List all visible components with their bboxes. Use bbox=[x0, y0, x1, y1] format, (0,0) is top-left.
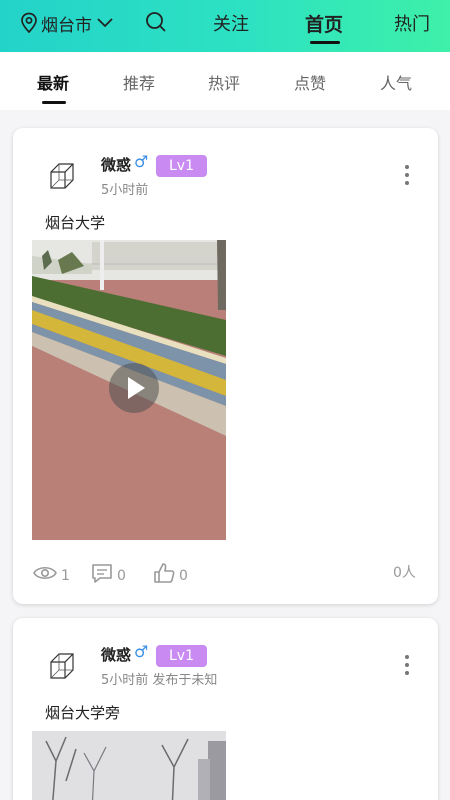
tab-hot[interactable]: 热门 bbox=[394, 10, 430, 36]
feed: 微惑 ♂ Lv1 5小时前 烟台大学 1 0 0 0人 微惑 ♂ Lv1 5小时… bbox=[0, 110, 450, 800]
male-icon: ♂ bbox=[134, 152, 149, 171]
view-count: 1 bbox=[33, 562, 70, 584]
post-time: 5小时前 发布于未知 bbox=[101, 673, 218, 688]
post-time: 5小时前 bbox=[101, 183, 149, 198]
post-card[interactable]: 微惑 ♂ Lv1 5小时前 烟台大学 1 0 0 0人 bbox=[13, 128, 438, 604]
people-count: 0人 bbox=[393, 565, 416, 581]
location-pin-icon bbox=[21, 12, 37, 34]
post-card[interactable]: 微惑 ♂ Lv1 5小时前 发布于未知 烟台大学旁 bbox=[13, 618, 438, 800]
comment-count-value: 0 bbox=[117, 568, 126, 584]
username[interactable]: 微惑 bbox=[101, 154, 131, 175]
avatar[interactable] bbox=[45, 160, 79, 194]
avatar[interactable] bbox=[45, 650, 79, 684]
subtab-hot-comments[interactable]: 热评 bbox=[208, 70, 240, 94]
subtab-popular[interactable]: 人气 bbox=[380, 70, 412, 94]
view-count-value: 1 bbox=[61, 568, 70, 584]
play-icon[interactable] bbox=[109, 363, 159, 413]
video-thumbnail[interactable] bbox=[32, 240, 226, 540]
post-title: 烟台大学 bbox=[45, 214, 106, 232]
sub-tabs: 最新 推荐 热评 点赞 人气 bbox=[0, 52, 450, 110]
post-image bbox=[32, 731, 226, 800]
tab-follow[interactable]: 关注 bbox=[213, 10, 249, 36]
like-count[interactable]: 0 bbox=[153, 562, 188, 584]
subtab-latest[interactable]: 最新 bbox=[37, 70, 69, 94]
like-count-value: 0 bbox=[179, 568, 188, 584]
chevron-down-icon bbox=[97, 18, 113, 28]
more-options-icon[interactable] bbox=[403, 655, 411, 677]
subtab-recommend[interactable]: 推荐 bbox=[123, 70, 155, 94]
more-options-icon[interactable] bbox=[403, 165, 411, 187]
city-label: 烟台市 bbox=[41, 15, 92, 36]
comment-icon bbox=[92, 564, 112, 583]
username[interactable]: 微惑 bbox=[101, 644, 131, 665]
city-selector[interactable]: 烟台市 bbox=[20, 11, 114, 36]
subtab-likes[interactable]: 点赞 bbox=[294, 70, 326, 94]
level-badge: Lv1 bbox=[156, 645, 207, 667]
subtab-indicator bbox=[42, 101, 66, 104]
comment-count[interactable]: 0 bbox=[91, 562, 126, 584]
level-badge: Lv1 bbox=[156, 155, 207, 177]
post-title: 烟台大学旁 bbox=[45, 704, 121, 722]
eye-icon bbox=[33, 566, 57, 580]
tab-home[interactable]: 首页 bbox=[305, 10, 343, 37]
image-thumbnail[interactable] bbox=[32, 731, 226, 800]
search-icon[interactable] bbox=[145, 11, 167, 33]
top-header: 烟台市 关注 首页 热门 bbox=[0, 0, 450, 52]
thumbs-up-icon bbox=[154, 563, 175, 583]
active-tab-indicator bbox=[310, 41, 340, 44]
post-stats: 1 0 0 bbox=[33, 562, 423, 586]
male-icon: ♂ bbox=[134, 642, 149, 661]
